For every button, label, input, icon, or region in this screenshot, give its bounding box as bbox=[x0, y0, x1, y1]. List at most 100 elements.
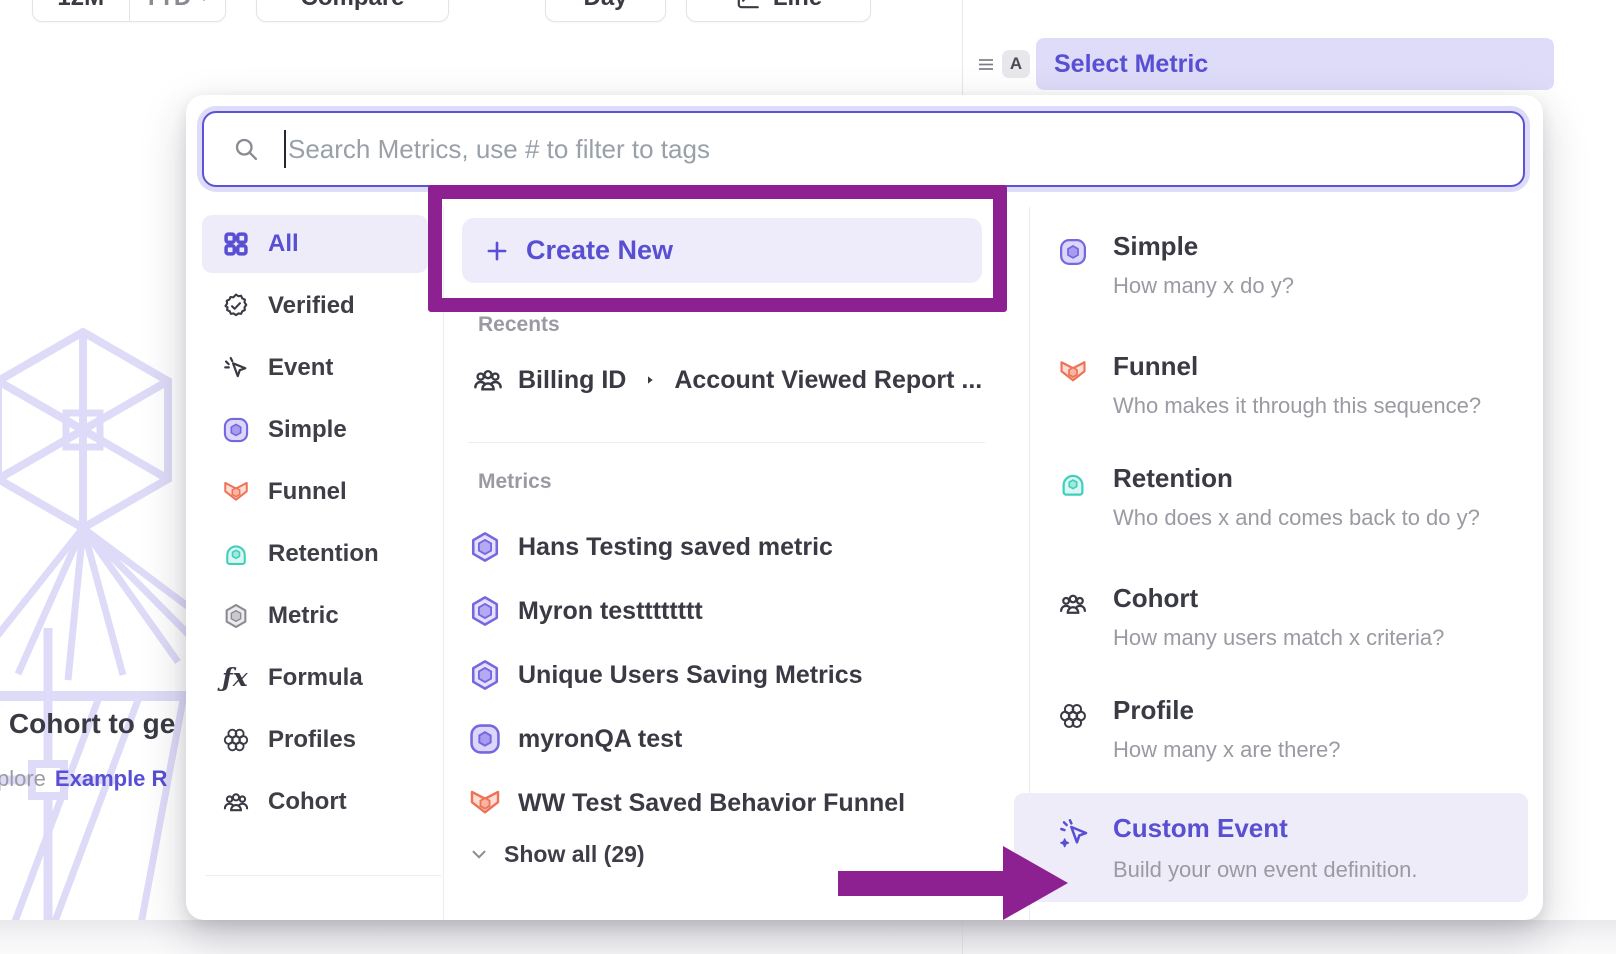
sidebar-label: Event bbox=[268, 354, 333, 382]
recents-metrics-divider bbox=[468, 442, 985, 443]
sidebar-item-cohort[interactable]: Cohort bbox=[202, 773, 428, 831]
formula-fx-icon: ƒx bbox=[222, 664, 250, 692]
type-title: Simple bbox=[1113, 231, 1198, 262]
type-desc: Who makes it through this sequence? bbox=[1113, 393, 1481, 419]
headline-fragment: Cohort to ge bbox=[9, 708, 175, 740]
sidebar-section-divider bbox=[206, 875, 441, 876]
sidebar-item-verified[interactable]: Verified bbox=[202, 277, 428, 335]
chart-type-line-button[interactable]: Line bbox=[686, 0, 871, 22]
simple-metric-icon bbox=[468, 722, 502, 756]
saved-metric-item[interactable]: Hans Testing saved metric bbox=[468, 525, 988, 569]
chevron-down-icon bbox=[197, 0, 211, 5]
type-retention[interactable]: Retention Who does x and comes back to d… bbox=[1014, 461, 1528, 571]
sidebar-item-tags[interactable]: Tags bbox=[202, 905, 428, 920]
show-all-button[interactable]: Show all (29) bbox=[468, 836, 645, 872]
recent-item-secondary: Account Viewed Report ... bbox=[674, 366, 982, 395]
saved-metric-item[interactable]: WW Test Saved Behavior Funnel bbox=[468, 781, 988, 825]
type-desc: How many x are there? bbox=[1113, 737, 1340, 763]
chevron-down-icon bbox=[468, 843, 490, 865]
verified-badge-icon bbox=[222, 292, 250, 320]
saved-metric-item[interactable]: Myron testttttttt bbox=[468, 589, 988, 633]
simple-metric-icon bbox=[222, 416, 250, 444]
metrics-header: Metrics bbox=[478, 470, 552, 494]
metric-hexagon-icon bbox=[468, 530, 502, 564]
type-desc: Build your own event definition. bbox=[1113, 857, 1418, 883]
create-new-button[interactable]: Create New bbox=[462, 218, 982, 283]
sidebar-label: Formula bbox=[268, 664, 363, 692]
cohort-people-icon bbox=[222, 788, 250, 816]
recents-header: Recents bbox=[478, 313, 560, 337]
type-desc: How many users match x criteria? bbox=[1113, 625, 1444, 651]
plus-icon bbox=[484, 238, 510, 264]
funnel-icon bbox=[1058, 357, 1088, 387]
sidebar-label: Funnel bbox=[268, 478, 347, 506]
funnel-icon bbox=[468, 786, 502, 820]
sidebar-item-metric[interactable]: Metric bbox=[202, 587, 428, 645]
range-12m-button[interactable]: 12M bbox=[33, 0, 129, 21]
retention-icon bbox=[1058, 469, 1088, 499]
saved-metric-label: Unique Users Saving Metrics bbox=[518, 661, 863, 690]
sidebar-label: Metric bbox=[268, 602, 339, 630]
saved-metric-item[interactable]: Unique Users Saving Metrics bbox=[468, 653, 988, 697]
metric-hexagon-icon bbox=[468, 658, 502, 692]
select-metric-button[interactable]: Select Metric bbox=[1036, 38, 1554, 90]
sidebar-item-all[interactable]: All bbox=[202, 215, 428, 273]
type-title: Funnel bbox=[1113, 351, 1198, 382]
sidebar-item-funnel[interactable]: Funnel bbox=[202, 463, 428, 521]
profiles-flower-icon bbox=[222, 726, 250, 754]
drag-handle-icon[interactable] bbox=[978, 57, 994, 72]
cohort-people-icon bbox=[1058, 589, 1088, 619]
funnel-icon bbox=[222, 478, 250, 506]
line-label: Line bbox=[773, 0, 822, 12]
retention-icon bbox=[222, 540, 250, 568]
caret-right-icon bbox=[642, 372, 658, 388]
empty-state-explore-line: xplore Example R bbox=[0, 766, 167, 792]
profiles-flower-icon bbox=[1058, 701, 1088, 731]
type-profile[interactable]: Profile How many x are there? bbox=[1014, 693, 1528, 803]
sidebar-item-profiles[interactable]: Profiles bbox=[202, 711, 428, 769]
explore-prefix: xplore bbox=[0, 766, 46, 792]
example-report-link[interactable]: Example R bbox=[55, 766, 168, 792]
metric-picker-screen: 12M YTD Compare Day Line A Select Metric… bbox=[0, 0, 1616, 954]
search-icon bbox=[232, 135, 260, 163]
create-new-label: Create New bbox=[526, 235, 673, 266]
custom-event-icon bbox=[1058, 817, 1090, 849]
select-metric-label: Select Metric bbox=[1054, 50, 1208, 79]
type-simple[interactable]: Simple How many x do y? bbox=[1014, 229, 1528, 339]
compare-button[interactable]: Compare bbox=[256, 0, 449, 22]
granularity-day-button[interactable]: Day bbox=[545, 0, 666, 22]
sidebar-item-formula[interactable]: ƒx Formula bbox=[202, 649, 428, 707]
day-label: Day bbox=[583, 0, 627, 12]
search-input[interactable] bbox=[288, 119, 1523, 179]
empty-state-wireframe-illustration bbox=[0, 328, 198, 940]
saved-metric-label: Hans Testing saved metric bbox=[518, 533, 833, 562]
sidebar-item-retention[interactable]: Retention bbox=[202, 525, 428, 583]
range-ytd-button[interactable]: YTD bbox=[129, 0, 226, 21]
cohort-people-icon bbox=[472, 364, 504, 396]
metric-row-badge: A bbox=[1002, 50, 1030, 78]
line-chart-icon bbox=[735, 0, 761, 11]
saved-metric-item[interactable]: myronQA test bbox=[468, 717, 988, 761]
type-cohort[interactable]: Cohort How many users match x criteria? bbox=[1014, 581, 1528, 691]
event-cursor-icon bbox=[222, 354, 250, 382]
saved-metric-label: myronQA test bbox=[518, 725, 682, 754]
type-custom-event[interactable]: Custom Event Build your own event defini… bbox=[1014, 793, 1528, 902]
empty-state-headline: r Cohort to ge bbox=[0, 708, 175, 740]
select-metric-dialog: All Verified Event Simple Funnel Retenti… bbox=[186, 95, 1543, 920]
compare-label: Compare bbox=[300, 0, 404, 12]
type-desc: How many x do y? bbox=[1113, 273, 1294, 299]
sidebar-label: Simple bbox=[268, 416, 347, 444]
recent-item[interactable]: Billing ID Account Viewed Report ... bbox=[472, 358, 982, 402]
type-funnel[interactable]: Funnel Who makes it through this sequenc… bbox=[1014, 349, 1528, 459]
sidebar-label: Retention bbox=[268, 540, 379, 568]
range-12m-label: 12M bbox=[57, 0, 104, 12]
page-bottom-strip bbox=[0, 920, 1616, 954]
sidebar-item-event[interactable]: Event bbox=[202, 339, 428, 397]
text-cursor bbox=[284, 130, 286, 168]
sidebar-label: All bbox=[268, 230, 299, 258]
metric-builder-row: A Select Metric bbox=[978, 38, 1554, 90]
metric-search-box[interactable] bbox=[202, 111, 1525, 187]
date-range-control: 12M YTD bbox=[32, 0, 226, 22]
sidebar-label: Profiles bbox=[268, 726, 356, 754]
sidebar-item-simple[interactable]: Simple bbox=[202, 401, 428, 459]
